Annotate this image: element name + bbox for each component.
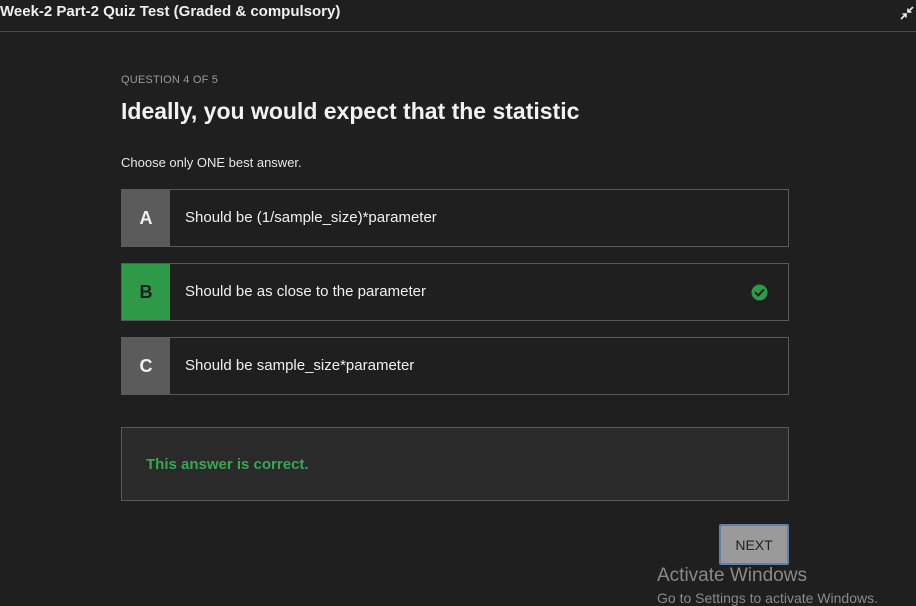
activate-windows-title: Activate Windows	[657, 565, 807, 586]
option-c[interactable]: C Should be sample_size*parameter	[121, 337, 789, 395]
option-text: Should be (1/sample_size)*parameter	[185, 209, 437, 226]
collapse-arrows-icon[interactable]	[900, 6, 914, 20]
option-letter: A	[122, 190, 170, 246]
quiz-title: Week-2 Part-2 Quiz Test (Graded & compul…	[0, 3, 341, 20]
check-circle-icon	[751, 284, 768, 301]
answer-instruction: Choose only ONE best answer.	[121, 155, 302, 170]
option-letter: C	[122, 338, 170, 394]
option-letter: B	[122, 264, 170, 320]
activate-windows-subtitle: Go to Settings to activate Windows.	[657, 590, 878, 606]
feedback-text: This answer is correct.	[146, 456, 309, 473]
next-button[interactable]: NEXT	[719, 524, 789, 565]
question-text: Ideally, you would expect that the stati…	[121, 98, 580, 124]
question-number: QUESTION 4 OF 5	[121, 74, 219, 86]
option-b[interactable]: B Should be as close to the parameter	[121, 263, 789, 321]
option-text: Should be as close to the parameter	[185, 283, 426, 300]
feedback-box: This answer is correct.	[121, 427, 789, 501]
title-bar: Week-2 Part-2 Quiz Test (Graded & compul…	[0, 0, 916, 32]
option-text: Should be sample_size*parameter	[185, 357, 415, 374]
option-a[interactable]: A Should be (1/sample_size)*parameter	[121, 189, 789, 247]
